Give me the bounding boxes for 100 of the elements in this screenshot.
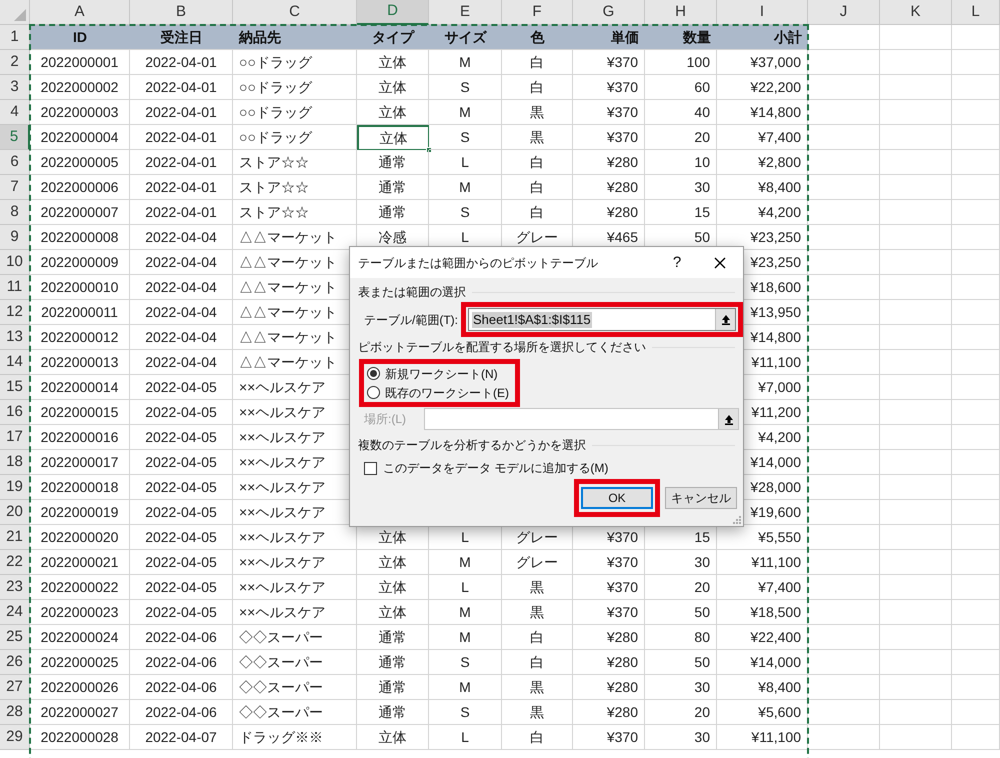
row-header[interactable]: 10: [0, 250, 30, 275]
dialog-button[interactable]: キャンセル: [665, 487, 737, 509]
table-cell-text: ¥11,100: [751, 728, 801, 746]
row-header[interactable]: 4: [0, 100, 30, 125]
empty-cell: [808, 425, 880, 450]
column-header[interactable]: F: [502, 0, 573, 25]
row-header[interactable]: 2: [0, 50, 30, 75]
radio-option[interactable]: 新規ワークシート(N): [367, 366, 509, 382]
radio-button[interactable]: [367, 386, 380, 399]
empty-cell: [880, 325, 952, 350]
row-header[interactable]: 12: [0, 300, 30, 325]
table-cell-text: ¥13,950: [750, 302, 801, 322]
empty-cell: [880, 250, 952, 275]
checkbox-label: このデータをデータ モデルに追加する(M): [383, 460, 608, 476]
row-header[interactable]: 15: [0, 375, 30, 400]
row-header[interactable]: 7: [0, 175, 30, 200]
empty-cell: [808, 50, 880, 75]
row-header[interactable]: 18: [0, 450, 30, 475]
empty-cell: [808, 525, 880, 550]
column-header[interactable]: E: [429, 0, 502, 25]
row-header[interactable]: 29: [0, 725, 30, 750]
range-value: Sheet1!$A$1:$I$115: [472, 312, 592, 328]
location-input[interactable]: [424, 408, 739, 430]
table-cell-text: 2022-04-04: [145, 252, 217, 272]
row-header[interactable]: 6: [0, 150, 30, 175]
table-cell-text: ¥8,400: [758, 678, 801, 696]
row-header[interactable]: 26: [0, 650, 30, 675]
table-cell-text: 2022000021: [40, 552, 118, 572]
row-header[interactable]: 17: [0, 425, 30, 450]
row-header[interactable]: 22: [0, 550, 30, 575]
table-cell-text: ○○ドラッグ: [239, 52, 312, 72]
table-cell-text: 2022000008: [40, 228, 118, 246]
row-header[interactable]: 9: [0, 225, 30, 250]
row-header[interactable]: 13: [0, 325, 30, 350]
column-header[interactable]: B: [130, 0, 233, 25]
row-header[interactable]: 5: [0, 125, 30, 150]
table-cell-text: 10: [694, 152, 710, 172]
collapse-button[interactable]: [715, 309, 735, 330]
table-cell-text: 2022-04-01: [145, 102, 217, 122]
table-cell-text: 2022000023: [40, 602, 118, 622]
table-cell-text: ¥370: [606, 602, 638, 622]
empty-cell: [952, 725, 1000, 750]
table-cell-text: M: [459, 678, 471, 696]
radio-option[interactable]: 既存のワークシート(E): [367, 384, 509, 400]
range-input[interactable]: Sheet1!$A$1:$I$115: [468, 308, 736, 331]
column-header[interactable]: G: [573, 0, 645, 25]
row-header[interactable]: 25: [0, 625, 30, 650]
table-cell-text: 2022-04-01: [145, 202, 217, 222]
table-cell-text: △△マーケット: [239, 352, 337, 372]
column-header[interactable]: I: [717, 0, 808, 25]
table-cell-text: 2022-04-01: [145, 152, 217, 172]
empty-cell: [952, 275, 1000, 300]
table-cell-text: 15: [694, 202, 710, 222]
table-cell-text: 80: [694, 628, 710, 646]
row-header[interactable]: 11: [0, 275, 30, 300]
empty-cell: [952, 425, 1000, 450]
collapse-dialog-icon: [720, 314, 730, 325]
empty-cell: [808, 225, 880, 250]
column-header[interactable]: K: [880, 0, 952, 25]
row-header[interactable]: 20: [0, 500, 30, 525]
row-header[interactable]: 16: [0, 400, 30, 425]
dialog-button[interactable]: OK: [581, 487, 653, 509]
row-header[interactable]: 24: [0, 600, 30, 625]
checkbox[interactable]: [364, 462, 377, 474]
row-header[interactable]: 19: [0, 475, 30, 500]
radio-button[interactable]: [367, 367, 380, 380]
table-cell-text: ¥4,200: [758, 202, 801, 222]
column-header[interactable]: J: [808, 0, 880, 25]
column-header[interactable]: L: [952, 0, 1000, 25]
table-cell-text: ¥5,550: [758, 528, 801, 546]
table-cell-text: 2022000011: [41, 302, 118, 322]
table-cell-text: ××ヘルスケア: [239, 378, 326, 396]
table-cell-text: 立体: [380, 128, 408, 148]
table-cell-text: 50: [694, 228, 710, 246]
column-header[interactable]: H: [645, 0, 717, 25]
table-cell-text: 2022-04-04: [145, 228, 217, 246]
row-header[interactable]: 23: [0, 575, 30, 600]
column-header[interactable]: C: [233, 0, 357, 25]
row-header[interactable]: 21: [0, 525, 30, 550]
column-header[interactable]: D: [357, 0, 429, 25]
row-header[interactable]: 8: [0, 200, 30, 225]
empty-cell: [880, 475, 952, 500]
table-cell-text: S: [460, 78, 470, 96]
table-cell-text: ¥19,600: [750, 502, 801, 522]
table-cell-text: 2022-04-01: [145, 178, 217, 196]
row-header[interactable]: 28: [0, 700, 30, 725]
row-header[interactable]: 14: [0, 350, 30, 375]
help-button[interactable]: ?: [657, 247, 697, 278]
table-cell-text: S: [460, 652, 470, 672]
row-header[interactable]: 1: [0, 25, 30, 50]
empty-cell: [952, 325, 1000, 350]
table-cell-text: 白: [530, 52, 544, 72]
table-cell-text: ¥14,000: [750, 652, 801, 672]
row-header[interactable]: 3: [0, 75, 30, 100]
collapse-button[interactable]: [718, 409, 738, 429]
empty-cell: [808, 275, 880, 300]
table-cell-text: 2022000015: [40, 402, 118, 422]
column-header[interactable]: A: [30, 0, 130, 25]
table-cell-text: 2022000022: [40, 578, 118, 596]
row-header[interactable]: 27: [0, 675, 30, 700]
